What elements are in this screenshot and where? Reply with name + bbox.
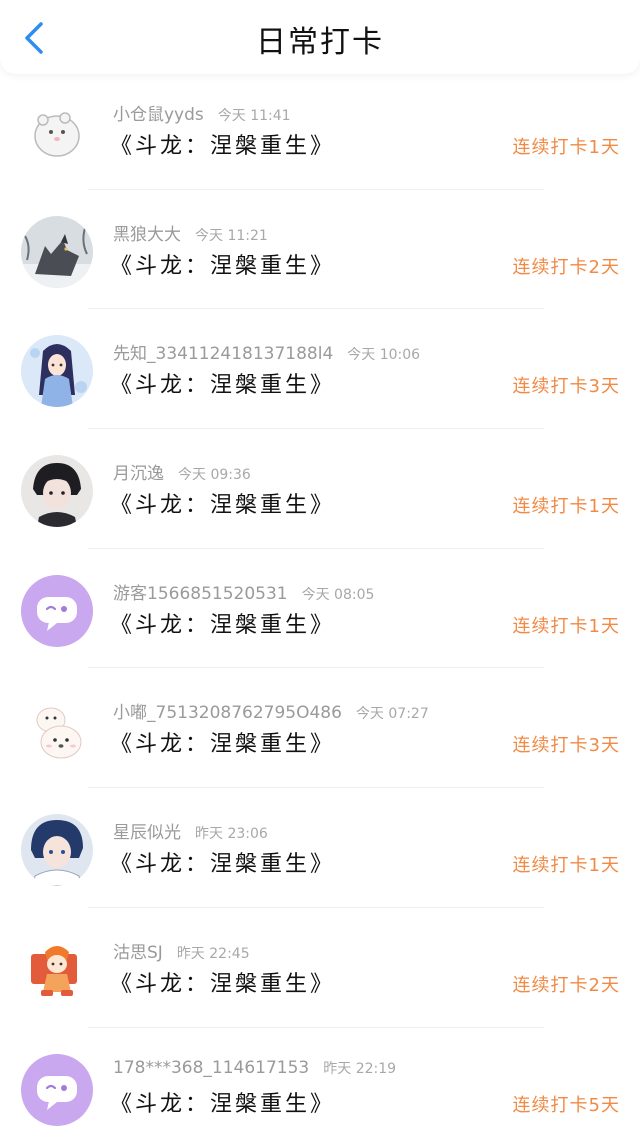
user-meta: 178***368_114617153 昨天 22:19	[113, 1058, 396, 1078]
list-item[interactable]: 黑狼大大今天 11:21 《斗龙：涅槃重生》 连续打卡2天	[0, 190, 640, 310]
checkin-time: 昨天 22:19	[323, 1061, 396, 1077]
book-title[interactable]: 《斗龙：涅槃重生》	[110, 726, 335, 758]
hamster-avatar[interactable]	[21, 96, 93, 168]
book-title[interactable]: 《斗龙：涅槃重生》	[110, 966, 335, 998]
user-meta: 月沉逸今天 09:36	[113, 459, 251, 484]
streak-label: 连续打卡5天	[513, 1091, 620, 1117]
top-bar: 日常打卡	[0, 0, 640, 74]
wolf-avatar[interactable]	[21, 216, 93, 288]
list-item[interactable]: 游客1566851520531 今天 08:05 《斗龙：涅槃重生》 连续打卡1天	[0, 549, 640, 669]
checkin-list: 小仓鼠yyds今天 11:41 《斗龙：涅槃重生》 连续打卡1天 黑狼大大今天 …	[0, 70, 640, 1147]
list-item[interactable]: 小嘟_7513208762795O486 今天 07:27 《斗龙：涅槃重生》 连…	[0, 668, 640, 788]
book-title[interactable]: 《斗龙：涅槃重生》	[110, 846, 335, 878]
default-chat-avatar[interactable]	[21, 1054, 93, 1126]
book-title[interactable]: 《斗龙：涅槃重生》	[110, 487, 335, 519]
list-item[interactable]: 先知_334112418137188l4 今天 10:06 《斗龙：涅槃重生》 连…	[0, 309, 640, 429]
username[interactable]: 游客1566851520531	[113, 584, 288, 604]
checkin-time: 昨天 22:45	[177, 946, 250, 962]
page-title: 日常打卡	[0, 17, 640, 61]
checkin-time: 今天 11:21	[195, 228, 268, 244]
username[interactable]: 黑狼大大	[113, 225, 181, 245]
user-meta: 小嘟_7513208762795O486 今天 07:27	[113, 698, 429, 723]
book-title[interactable]: 《斗龙：涅槃重生》	[110, 607, 335, 639]
checkin-time: 今天 08:05	[302, 587, 375, 603]
list-item[interactable]: 沽思SJ 昨天 22:45 《斗龙：涅槃重生》 连续打卡2天	[0, 908, 640, 1028]
username[interactable]: 星辰似光	[113, 823, 181, 843]
username[interactable]: 小嘟_7513208762795O486	[113, 703, 342, 723]
checkin-time: 今天 10:06	[347, 347, 420, 363]
username[interactable]: 178***368_114617153	[113, 1058, 309, 1078]
default-chat-avatar[interactable]	[21, 575, 93, 647]
list-item[interactable]: 月沉逸今天 09:36 《斗龙：涅槃重生》 连续打卡1天	[0, 429, 640, 549]
anime-girl-avatar[interactable]	[21, 335, 93, 407]
checkin-time: 今天 07:27	[356, 706, 429, 722]
user-meta: 小仓鼠yyds 今天 11:41	[113, 100, 291, 125]
streak-label: 连续打卡1天	[513, 133, 620, 159]
book-title[interactable]: 《斗龙：涅槃重生》	[110, 128, 335, 160]
checkin-time: 今天 11:41	[218, 108, 291, 124]
checkin-time: 今天 09:36	[178, 467, 251, 483]
list-item[interactable]: 星辰似光昨天 23:06 《斗龙：涅槃重生》 连续打卡1天	[0, 788, 640, 908]
username[interactable]: 月沉逸	[113, 464, 164, 484]
username[interactable]: 沽思SJ	[113, 943, 163, 963]
user-meta: 星辰似光昨天 23:06	[113, 818, 268, 843]
chibi-avatar[interactable]	[21, 934, 93, 1006]
checkin-time: 昨天 23:06	[195, 826, 268, 842]
user-meta: 先知_334112418137188l4 今天 10:06	[113, 339, 420, 364]
list-item[interactable]: 小仓鼠yyds 今天 11:41 《斗龙：涅槃重生》 连续打卡1天	[0, 70, 640, 190]
book-title[interactable]: 《斗龙：涅槃重生》	[110, 367, 335, 399]
streak-label: 连续打卡2天	[513, 253, 620, 279]
puppy-avatar[interactable]	[21, 694, 93, 766]
user-meta: 黑狼大大今天 11:21	[113, 220, 268, 245]
streak-label: 连续打卡1天	[513, 492, 620, 518]
user-meta: 沽思SJ 昨天 22:45	[113, 938, 250, 963]
username[interactable]: 先知_334112418137188l4	[113, 344, 333, 364]
anime-boy-blue-avatar[interactable]	[21, 814, 93, 886]
book-title[interactable]: 《斗龙：涅槃重生》	[110, 248, 335, 280]
book-title[interactable]: 《斗龙：涅槃重生》	[110, 1086, 335, 1118]
anime-boy-avatar[interactable]	[21, 455, 93, 527]
streak-label: 连续打卡1天	[513, 612, 620, 638]
username[interactable]: 小仓鼠yyds	[113, 105, 204, 125]
streak-label: 连续打卡3天	[513, 372, 620, 398]
streak-label: 连续打卡3天	[513, 731, 620, 757]
streak-label: 连续打卡2天	[513, 971, 620, 997]
user-meta: 游客1566851520531 今天 08:05	[113, 579, 374, 604]
streak-label: 连续打卡1天	[513, 851, 620, 877]
list-item[interactable]: 178***368_114617153 昨天 22:19 《斗龙：涅槃重生》 连续…	[0, 1028, 640, 1147]
